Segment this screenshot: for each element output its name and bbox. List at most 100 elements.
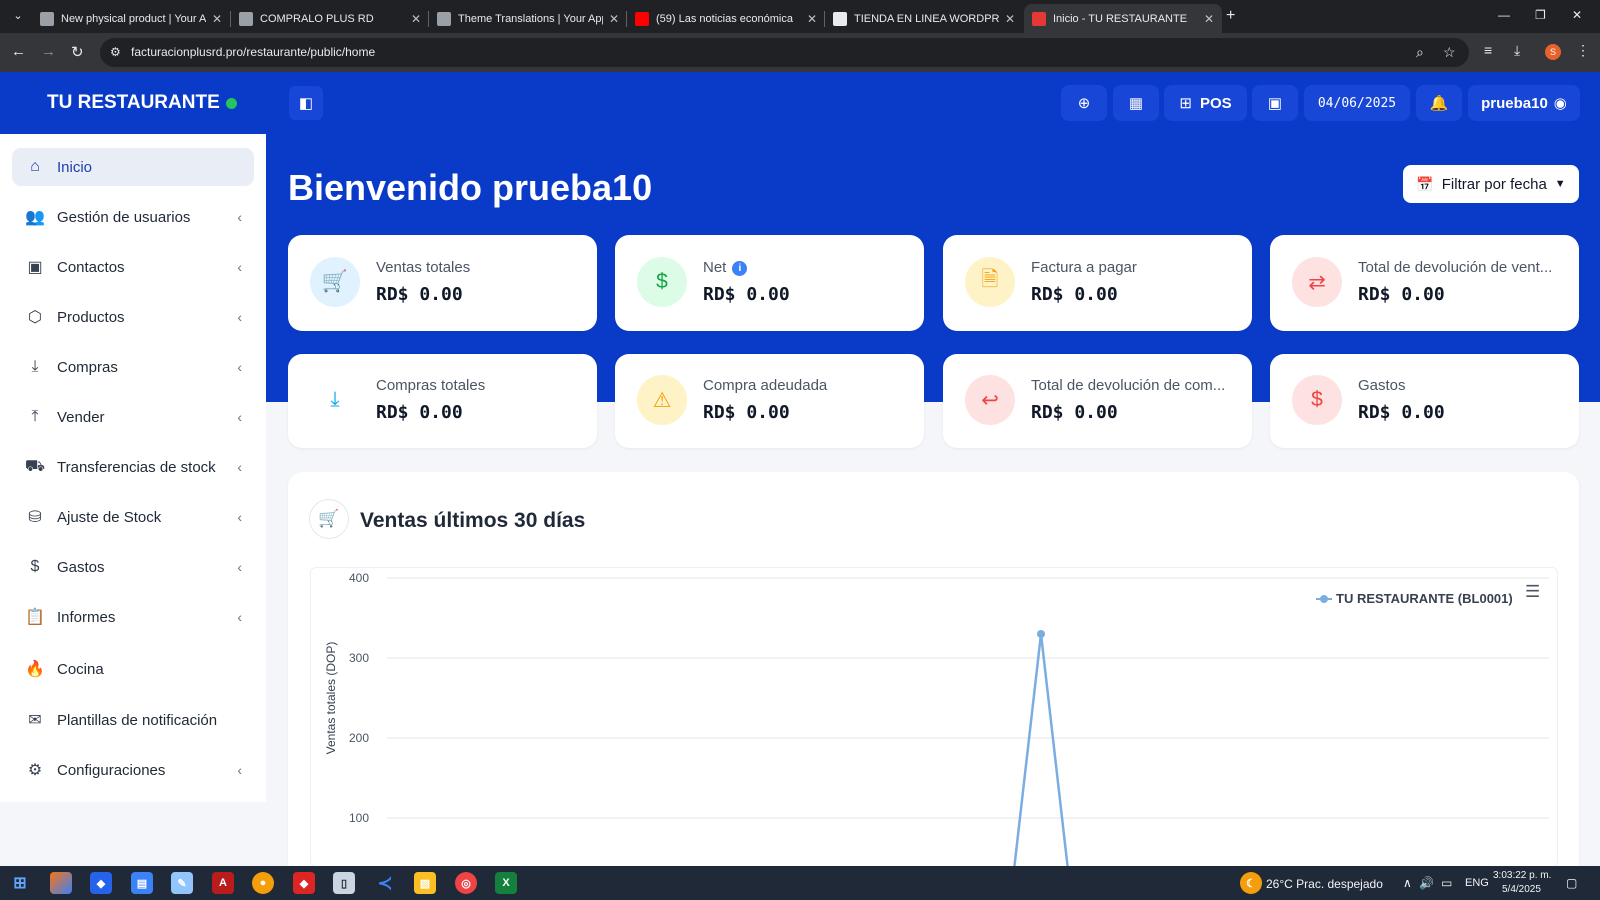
chrome-taskbar-icon[interactable]: ◎ <box>455 872 477 894</box>
sidebar-item-label: Informes <box>57 608 116 626</box>
close-tab-icon[interactable]: ✕ <box>411 12 421 26</box>
welcome-heading: Bienvenido prueba10 <box>288 167 653 208</box>
sidebar-item[interactable]: 👥 Gestión de usuarios ‹ <box>12 198 254 236</box>
weather-text[interactable]: 26°C Prac. despejado <box>1266 877 1383 891</box>
sidebar-item[interactable]: ⛁ Ajuste de Stock ‹ <box>12 498 254 536</box>
flame-icon: 🔥 <box>25 661 45 678</box>
stat-card[interactable]: 🛒 Ventas totales RD$ 0.00 <box>288 235 597 331</box>
stat-card[interactable]: ⇄ Total de devolución de vent... RD$ 0.00 <box>1270 235 1579 331</box>
stat-title: Net i <box>703 259 908 276</box>
store-icon[interactable]: ▤ <box>131 872 153 894</box>
volume-icon[interactable]: 🔊 <box>1419 876 1434 890</box>
sales-line-chart: 100 200 300 400 Ventas totales (DOP) TU RESTA… <box>324 571 1549 900</box>
close-tab-icon[interactable]: ✕ <box>1005 12 1015 26</box>
close-tab-icon[interactable]: ✕ <box>1204 12 1214 26</box>
vscode-icon[interactable]: ≺ <box>374 872 396 894</box>
browser-tab[interactable]: Inicio - TU RESTAURANTE ✕ <box>1024 4 1222 33</box>
sidebar-item[interactable]: 🔥 Cocina <box>12 650 254 688</box>
close-tab-icon[interactable]: ✕ <box>212 12 222 26</box>
sidebar-item[interactable]: 📋 Informes ‹ <box>12 598 254 636</box>
photos-icon[interactable]: ▨ <box>414 872 436 894</box>
back-icon[interactable]: ← <box>11 43 26 60</box>
chevron-left-icon: ‹ <box>237 609 242 625</box>
site-info-icon[interactable]: ⚙ <box>110 45 121 59</box>
notification-center-icon[interactable]: ▢ <box>1566 876 1577 890</box>
sidebar-item-label: Inicio <box>57 158 93 176</box>
sidebar-item[interactable]: ⤒ Vender ‹ <box>12 398 254 436</box>
profile-avatar[interactable]: S <box>1545 44 1561 60</box>
sidebar-item[interactable]: ✉ Plantillas de notificación <box>12 701 254 739</box>
stat-card[interactable]: $ Net i RD$ 0.00 <box>615 235 924 331</box>
y-axis-label: Ventas totales (DOP) <box>324 642 338 755</box>
browser-tab[interactable]: Theme Translations | Your Appd ✕ <box>429 4 627 33</box>
browser-tab[interactable]: COMPRALO PLUS RD ✕ <box>231 4 429 33</box>
sidebar-item[interactable]: ⚙ Configuraciones ‹ <box>12 751 254 789</box>
chrome-menu-icon[interactable]: ⋮ <box>1576 42 1590 59</box>
chart-menu-icon[interactable]: ☰ <box>1525 582 1540 602</box>
new-tab-icon[interactable]: + <box>1226 7 1235 25</box>
weather-icon[interactable]: ☾ <box>1240 872 1262 894</box>
calculator-button[interactable]: ▦ <box>1113 85 1159 121</box>
reload-icon[interactable]: ↻ <box>71 43 84 61</box>
user-menu-button[interactable]: prueba10 ◉ <box>1468 85 1580 121</box>
language-indicator[interactable]: ENG <box>1465 877 1489 889</box>
downloads-icon[interactable]: ⤓ <box>1514 42 1520 59</box>
minimize-icon[interactable]: — <box>1498 8 1510 22</box>
bookmark-star-icon[interactable]: ☆ <box>1443 44 1456 61</box>
sidebar-item[interactable]: ⌂ Inicio <box>12 148 254 186</box>
stat-card[interactable]: ⤓ Compras totales RD$ 0.00 <box>288 354 597 448</box>
forward-icon[interactable]: → <box>41 43 56 60</box>
chevron-left-icon: ‹ <box>237 762 242 778</box>
current-date[interactable]: 04/06/2025 <box>1304 85 1410 121</box>
zoom-icon[interactable]: ⌕ <box>1416 44 1424 61</box>
y-tick-label: 200 <box>349 731 369 745</box>
sidebar-toggle-button[interactable]: ◧ <box>289 86 323 120</box>
data-point <box>1037 630 1045 638</box>
clock-date[interactable]: 5/4/2025 <box>1502 884 1541 895</box>
notifications-button[interactable]: 🔔 <box>1416 85 1462 121</box>
sidebar-item-label: Compras <box>57 358 118 376</box>
stat-title-text: Total de devolución de com... <box>1031 377 1226 394</box>
date-filter-button[interactable]: 📅 Filtrar por fecha ▼ <box>1403 165 1579 203</box>
favicon-icon <box>833 11 847 26</box>
windows-start-icon[interactable]: ⊞ <box>9 872 31 894</box>
sidebar-item[interactable]: ⬡ Productos ‹ <box>12 298 254 336</box>
restore-icon[interactable]: ❐ <box>1535 8 1546 22</box>
anydesk-icon[interactable]: ◆ <box>293 872 315 894</box>
access-icon[interactable]: A <box>212 872 234 894</box>
stat-card[interactable]: $ Gastos RD$ 0.00 <box>1270 354 1579 448</box>
excel-icon[interactable]: X <box>495 872 517 894</box>
sidebar-item[interactable]: ⛟ Transferencias de stock ‹ <box>12 448 254 486</box>
network-icon[interactable]: ▭ <box>1441 876 1452 890</box>
sidebar-item[interactable]: $ Gastos ‹ <box>12 548 254 586</box>
info-icon[interactable]: i <box>732 261 748 276</box>
tab-title: New physical product | Your Ap <box>61 12 206 25</box>
clock-time[interactable]: 3:03:22 p. m. <box>1493 870 1551 881</box>
browser-tab[interactable]: (59) Las noticias económica ✕ <box>627 4 825 33</box>
pos-button[interactable]: ⊞ POS <box>1164 85 1247 121</box>
browser-tab[interactable]: New physical product | Your Ap ✕ <box>32 4 230 33</box>
chrome-app-icon[interactable]: ● <box>252 872 274 894</box>
media-icon[interactable]: ≡ <box>1484 42 1492 58</box>
file-explorer-icon[interactable]: ◆ <box>90 872 112 894</box>
close-window-icon[interactable]: ✕ <box>1572 8 1582 22</box>
add-button[interactable]: ⊕ <box>1061 85 1107 121</box>
cash-register-button[interactable]: ▣ <box>1252 85 1298 121</box>
tab-search-icon[interactable]: ⌄ <box>8 6 28 26</box>
stat-card[interactable]: 🗎 Factura a pagar RD$ 0.00 <box>943 235 1252 331</box>
sidebar-item[interactable]: ⤓ Compras ‹ <box>12 348 254 386</box>
tray-arrow-icon[interactable]: ∧ <box>1403 876 1412 890</box>
contacts-icon: ▣ <box>27 259 43 276</box>
close-tab-icon[interactable]: ✕ <box>609 12 619 26</box>
upload-icon: ⤒ <box>31 408 39 425</box>
stat-card[interactable]: ↩ Total de devolución de com... RD$ 0.00 <box>943 354 1252 448</box>
notes-icon[interactable]: ✎ <box>171 872 193 894</box>
stat-card[interactable]: ⚠ Compra adeudada RD$ 0.00 <box>615 354 924 448</box>
copilot-icon[interactable] <box>50 872 72 894</box>
sidebar-item[interactable]: ▣ Contactos ‹ <box>12 248 254 286</box>
document-icon[interactable]: ▯ <box>333 872 355 894</box>
url-field[interactable]: ⚙ facturacionplusrd.pro/restaurante/publ… <box>100 38 1469 67</box>
browser-tab[interactable]: TIENDA EN LINEA WORDPRESS ✕ <box>825 4 1023 33</box>
brand[interactable]: TU RESTAURANTE <box>0 72 266 134</box>
close-tab-icon[interactable]: ✕ <box>807 12 817 26</box>
